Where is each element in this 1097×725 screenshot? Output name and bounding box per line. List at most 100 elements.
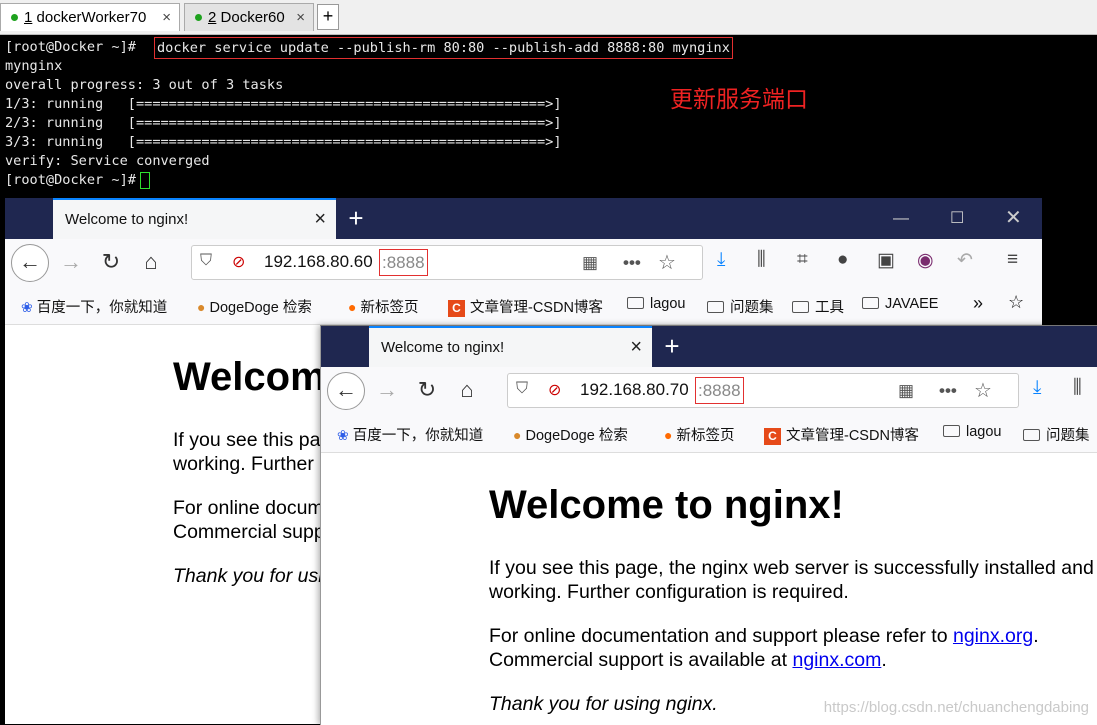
page-content: Welcome to nginx! If you see this page, …: [321, 453, 1097, 725]
bookmarks-bar: ❀ 百度一下，你就知道 ● DogeDoge 检索 ● 新标签页 C 文章管理-CSDN…: [5, 286, 1042, 325]
minimize-icon[interactable]: —: [893, 198, 909, 239]
more-icon[interactable]: •••: [623, 253, 641, 273]
more-bookmarks-icon[interactable]: »: [973, 293, 983, 314]
bookmark-csdn[interactable]: C 文章管理-CSDN博客: [764, 424, 919, 445]
add-tab-button[interactable]: +: [317, 4, 339, 30]
bookmark-baidu[interactable]: ❀ 百度一下，你就知道: [21, 296, 167, 317]
nav-toolbar: ← → ↻ ⌂ ⛉ ⊘ 192.168.80.70 :8888 ▦ ••• ☆ …: [321, 367, 1097, 414]
forward-icon[interactable]: →: [55, 246, 87, 278]
bookmark-label: 百度一下，你就知道: [36, 300, 168, 316]
bookmark-csdn[interactable]: C 文章管理-CSDN博客: [448, 296, 603, 317]
avatar-icon[interactable]: ◉: [917, 249, 934, 272]
insecure-lock-icon[interactable]: ⊘: [232, 252, 245, 272]
forward-icon[interactable]: →: [371, 374, 403, 406]
bookmark-dogedoge[interactable]: ● DogeDoge 检索: [513, 424, 628, 445]
command-line: [root@Docker ~]#: [5, 38, 136, 57]
bookmark-lagou[interactable]: lagou: [627, 296, 685, 312]
star-icon[interactable]: ☆: [974, 378, 992, 403]
shield-icon[interactable]: ⛉: [200, 252, 212, 270]
url-bar[interactable]: ⛉ ⊘ 192.168.80.60 :8888 ▦ ••• ☆: [191, 245, 703, 280]
bookmark-javaee[interactable]: JAVAEE: [862, 296, 938, 312]
bookmark-wentiji[interactable]: 问题集: [707, 296, 774, 317]
nav-toolbar: ← → ↻ ⌂ ⛉ ⊘ 192.168.80.60 :8888 ▦ ••• ☆ …: [5, 239, 1042, 286]
close-icon[interactable]: ×: [630, 328, 642, 367]
tab-number: 1: [24, 9, 33, 26]
window-close-icon[interactable]: ✕: [1005, 198, 1022, 239]
bookmark-gongju[interactable]: 工具: [792, 296, 844, 317]
folder-icon: [792, 301, 809, 313]
url-host: 192.168.80.70: [580, 380, 689, 399]
library-icon[interactable]: ⫼: [757, 249, 766, 271]
menu-icon[interactable]: ≡: [1007, 249, 1018, 271]
text-segment: Commercial support is available at: [489, 649, 793, 671]
browser-tab[interactable]: Welcome to nginx! ×: [369, 326, 652, 367]
undo-icon[interactable]: ↶: [957, 249, 973, 272]
insecure-lock-icon[interactable]: ⊘: [548, 380, 561, 400]
screenshot-icon[interactable]: ⌗: [797, 249, 808, 271]
shield-icon[interactable]: ⛉: [516, 380, 528, 398]
star-list-icon[interactable]: ☆: [1008, 292, 1024, 313]
tab-label: dockerWorker70: [36, 9, 147, 26]
bookmark-label: 问题集: [1046, 428, 1090, 444]
cursor: [139, 171, 150, 189]
bookmark-label: 文章管理-CSDN博客: [786, 428, 919, 444]
back-icon[interactable]: ←: [11, 244, 49, 282]
bookmark-newtab[interactable]: ● 新标签页: [664, 424, 734, 445]
home-icon[interactable]: ⌂: [135, 246, 167, 278]
browser-tab[interactable]: Welcome to nginx! ×: [53, 198, 336, 239]
output-line: verify: Service converged: [5, 153, 210, 169]
paragraph-line: working. Further configuration is requir…: [489, 581, 849, 603]
status-dot-icon: [11, 13, 18, 21]
nginx-com-link[interactable]: nginx.com: [792, 649, 881, 671]
library-icon[interactable]: ⫼: [1073, 377, 1082, 399]
terminal-output[interactable]: [root@Docker ~]# docker service update -…: [0, 36, 1097, 198]
bookmark-label: JAVAEE: [885, 296, 939, 312]
terminal-tab-docker60[interactable]: 2 Docker60 ×: [184, 3, 314, 31]
new-tab-icon[interactable]: +: [652, 326, 692, 367]
tab-label: Docker60: [220, 9, 285, 26]
url-bar[interactable]: ⛉ ⊘ 192.168.80.70 :8888 ▦ ••• ☆: [507, 373, 1019, 408]
bookmark-baidu[interactable]: ❀ 百度一下，你就知道: [337, 424, 483, 445]
back-icon[interactable]: ←: [327, 372, 365, 410]
output-line: mynginx: [5, 58, 63, 74]
output-line: 1/3: running [==========================…: [5, 96, 562, 112]
url-host: 192.168.80.60: [264, 252, 373, 271]
bookmark-lagou[interactable]: lagou: [943, 424, 1001, 440]
reader-icon[interactable]: ▣: [877, 249, 895, 272]
nginx-org-link[interactable]: nginx.org: [953, 625, 1033, 647]
more-icon[interactable]: •••: [939, 381, 957, 401]
chat-icon[interactable]: ●: [837, 249, 848, 271]
qr-code-icon[interactable]: ▦: [582, 253, 598, 273]
url-port-highlight: :8888: [695, 377, 744, 404]
terminal-tab-dockerworker70[interactable]: 1 dockerWorker70 ×: [0, 3, 180, 31]
download-icon[interactable]: ⤓: [717, 249, 725, 271]
browser-tab-bar: Welcome to nginx! × +: [321, 326, 1097, 367]
new-tab-icon[interactable]: +: [336, 198, 376, 239]
bookmark-dogedoge[interactable]: ● DogeDoge 检索: [197, 296, 312, 317]
star-icon[interactable]: ☆: [658, 250, 676, 275]
bookmark-wentiji[interactable]: 问题集: [1023, 424, 1090, 445]
doge-icon: ●: [197, 299, 206, 315]
bookmark-label: 百度一下，你就知道: [352, 428, 484, 444]
maximize-icon[interactable]: ☐: [950, 198, 964, 239]
qr-code-icon[interactable]: ▦: [898, 381, 914, 401]
bookmark-label: 问题集: [730, 300, 774, 316]
bookmark-newtab[interactable]: ● 新标签页: [348, 296, 418, 317]
reload-icon[interactable]: ↻: [411, 374, 443, 406]
bookmark-label: lagou: [650, 296, 686, 312]
prompt: [root@Docker ~]#: [5, 39, 136, 55]
close-icon[interactable]: ×: [314, 200, 326, 239]
tab-title: Welcome to nginx!: [65, 211, 189, 228]
tab-number: 2: [208, 9, 217, 26]
bookmark-label: lagou: [966, 424, 1002, 440]
close-icon[interactable]: ×: [296, 4, 305, 32]
download-icon[interactable]: ⤓: [1033, 377, 1041, 399]
home-icon[interactable]: ⌂: [451, 374, 483, 406]
prompt-line: [root@Docker ~]#: [5, 171, 150, 190]
paw-icon: ❀: [337, 427, 349, 443]
folder-icon: [943, 425, 960, 437]
reload-icon[interactable]: ↻: [95, 246, 127, 278]
bookmark-label: 新标签页: [360, 300, 419, 316]
folder-icon: [707, 301, 724, 313]
close-icon[interactable]: ×: [162, 4, 171, 32]
